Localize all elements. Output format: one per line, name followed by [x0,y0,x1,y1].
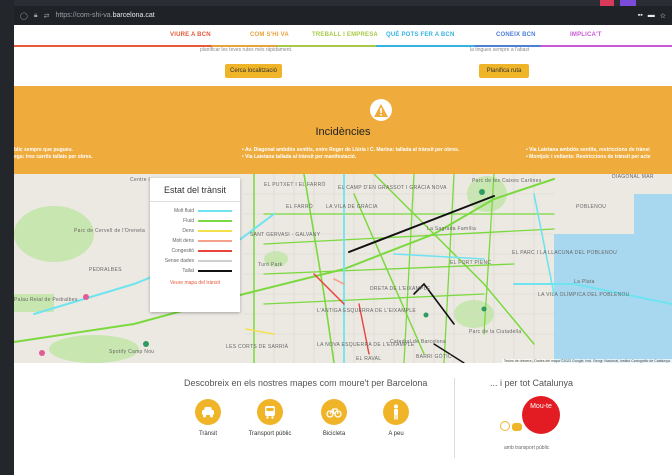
main-navigation: VIURE A BCN COM S'HI VA TREBALL I EMPRES… [14,25,672,47]
incidents-title: Incidències [315,126,371,138]
incident-item[interactable]: • Via Laietana ambdós sentits, restricci… [526,147,651,161]
view-traffic-map-link[interactable]: Veure mapa del trànsit [150,280,240,286]
map-label: L'ANTIGA ESQUERRA DE L'EIXAMPLE [317,308,417,314]
mode-walk[interactable]: A peu [366,399,426,437]
shield-icon[interactable]: ◯ [20,12,28,20]
nav-item-treball[interactable]: TREBALL I EMPRESA [312,32,378,38]
map-label: EL PUTXET I EL FARRÓ [264,182,326,188]
legend-row: Molt dens [150,236,240,246]
web-page: VIURE A BCN COM S'HI VA TREBALL I EMPRES… [14,25,672,475]
plan-route-button[interactable]: Planifica ruta [479,64,529,78]
address-bar[interactable]: ◯ 🔒︎ ⇄ https://com-shi-va.barcelona.cat … [14,6,672,25]
bookmark-star-icon[interactable]: ☆ [660,12,666,20]
map-label: Parc de la Ciutadella [469,329,522,335]
warning-icon [370,99,392,121]
window-left-edge [0,0,14,475]
mode-bicycle[interactable]: Bicicleta [304,399,364,437]
legend-row: Dens [150,226,240,236]
mode-public-transport[interactable]: Transport públic [240,399,300,437]
hero-left-subtitle: planificar les teves rutes més ràpidamen… [200,47,293,53]
map-label: Spotify Camp Nou [109,349,155,355]
legend-row: Congestió [150,246,240,256]
bicycle-icon[interactable] [321,399,347,425]
map-label: EL CAMP D'EN GRASSOT I GRÀCIA NOVA [338,185,447,191]
map-label: PEDRALBES [89,267,122,273]
locate-button[interactable]: Cerca localització [225,64,282,78]
map-label: LA VILA OLÍMPICA DEL POBLENOU [538,292,630,298]
walker-icon[interactable] [383,399,409,425]
extensions-icon[interactable]: ▪▪ [638,12,643,20]
map-label: SANT GERVASI - GALVANY [250,232,321,238]
nav-item-que-pots-fer[interactable]: QUÈ POTS FER A BCN [386,32,455,38]
permissions-icon[interactable]: ⇄ [44,12,50,20]
map-label: Parc de Cervell de l'Oreneta [74,228,146,234]
incident-item[interactable]: blic sempre que pugueu. ega: tres carril… [14,147,93,161]
map-label: LA VILA DE GRÀCIA [326,204,378,210]
map-label: EL RAVAL [356,356,382,362]
bus-mini-icon [512,423,522,431]
incidents-section: Incidències blic sempre que pugueu. ega:… [14,86,672,174]
map-label: EL PARC I LA LLACUNA DEL POBLENOU [512,250,618,256]
traffic-map[interactable]: EL PUTXET I EL FARRÓ EL FARRÓ LA VILA DE… [14,174,672,363]
map-label: Centre l [130,177,150,183]
incident-item[interactable]: • Av. Diagonal ambdós sentits, entre Rog… [242,147,459,161]
moute-badge[interactable]: Mou-te [522,396,560,434]
reader-icon[interactable]: ▬ [648,12,655,20]
legend-row: Sense dades [150,256,240,266]
map-label: Palau Reial de Pedralbes [14,297,78,303]
mode-traffic[interactable]: Trànsit [178,399,238,437]
map-label: La Plata [574,279,595,285]
car-icon[interactable] [195,399,221,425]
legend-row: Tallat [150,266,240,276]
bus-icon[interactable] [257,399,283,425]
url-text[interactable]: https://com-shi-va.barcelona.cat [55,12,154,19]
nav-item-coneix[interactable]: CONEIX BCN [496,32,536,38]
discover-title: Descobreix en els nostres mapes com mour… [184,378,428,388]
map-label: Parc de les Caixes Carlines [472,178,542,184]
map-label: EL FORT PIENC [450,260,492,266]
map-label: La Sagrada Família [427,226,477,232]
legend-row: Molt fluid [150,206,240,216]
legend-title: Estat del trànsit [150,178,240,202]
nav-item-implicat[interactable]: IMPLICA'T [570,32,602,38]
nav-color-bar [14,45,672,47]
map-label: Catedral de Barcelona [390,339,447,345]
amb-logo-text: amb transport públic [504,445,550,451]
legend-row: Fluid [150,216,240,226]
nav-item-com-shi-va[interactable]: COM S'HI VA [250,32,289,38]
divider [454,378,455,458]
traffic-legend: Estat del trànsit Molt fluid Fluid Dens … [150,178,240,312]
route-start-icon [500,421,510,431]
map-label: POBLENOU [576,204,607,210]
map-label: DRETA DE L'EIXAMPLE [370,286,431,292]
map-label: BARRI GÒTIC [416,354,452,360]
hero-right-subtitle: la tingues sempre a l'abast [470,47,530,53]
nav-item-viure[interactable]: VIURE A BCN [170,32,211,38]
catalunya-title: ... i per tot Catalunya [490,378,574,388]
discover-section: Descobreix en els nostres mapes com mour… [14,363,672,475]
map-label: DIAGONAL MAR [612,174,654,180]
map-label: LES CORTS DE SARRIÀ [226,344,289,350]
map-label: EL FARRÓ [286,204,313,210]
map-label: Turó Park [258,262,283,268]
lock-icon[interactable]: 🔒︎ [34,12,38,20]
